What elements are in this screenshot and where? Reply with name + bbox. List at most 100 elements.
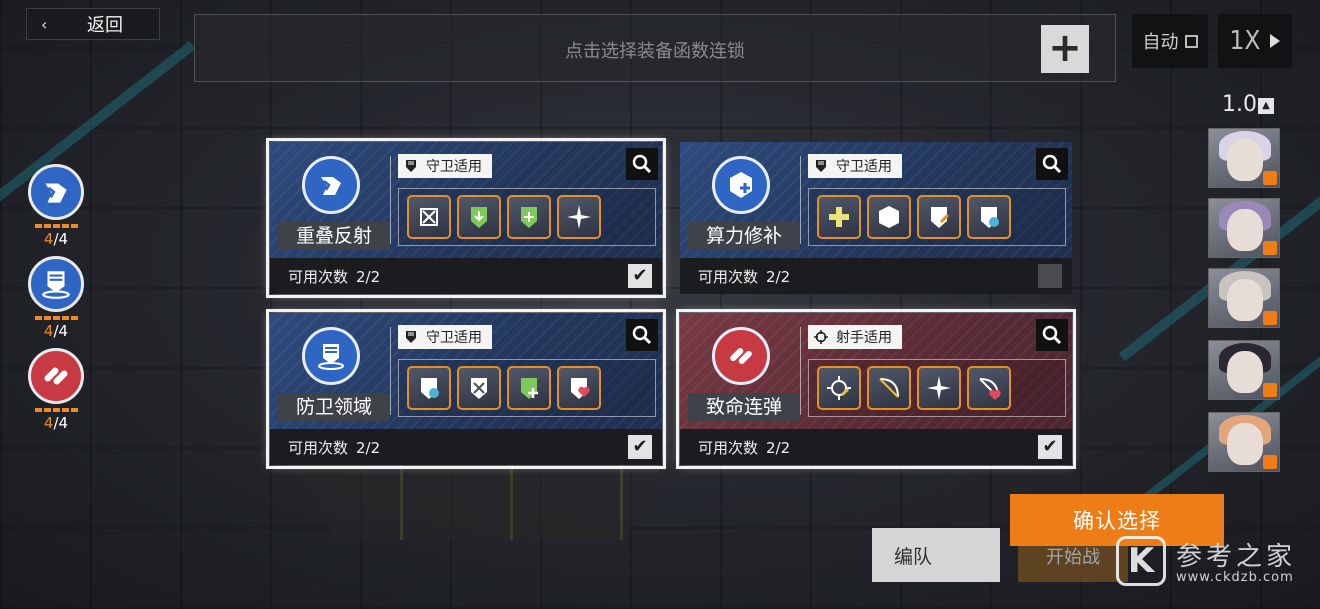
guard-icon [406,331,416,343]
shield-down-icon[interactable] [457,195,501,239]
watermark-logo: K [1116,536,1166,586]
divider [390,156,391,244]
bow-heart-icon[interactable] [967,366,1011,410]
class-tag-label: 射手适用 [836,330,892,346]
class-tag-label: 守卫适用 [426,330,482,346]
charge-pips [28,408,84,412]
class-tag-label: 守卫适用 [836,159,892,175]
shield-heart-icon[interactable] [557,366,601,410]
chain-slot-bar[interactable]: 点击选择装备函数连锁 + [194,14,1116,82]
shield-drop-icon[interactable] [407,366,451,410]
card-footer: 可用次数2/2 ✔ [680,258,1072,294]
back-label: 返回 [87,15,123,36]
charge-count: 4/4 [43,414,69,432]
chain-card-compute-repair[interactable]: 算力修补 守卫适用 可用次数2/2 ✔ [680,142,1072,294]
shield-plus-icon[interactable] [507,195,551,239]
cross-heal-icon[interactable] [817,195,861,239]
shield-reflect-icon [302,156,360,214]
chain-card-deadly-barrage[interactable]: 致命连弹 射手适用 可用次数 2/2 ✔ [676,309,1076,469]
card-body: 致命连弹 射手适用 [680,313,1072,429]
add-chain-button[interactable]: + [1041,25,1089,73]
select-checkbox[interactable]: ✔ [1038,435,1062,459]
shield-refresh-icon[interactable] [967,195,1011,239]
auto-label: 自动 [1142,32,1179,53]
class-tag: 射手适用 [808,325,902,349]
uses-text: 可用次数 2/2 [698,438,791,457]
unit-portrait[interactable] [1208,340,1280,400]
select-checkbox[interactable]: ✔ [628,264,652,288]
select-checkbox[interactable]: ✔ [628,435,652,459]
shield-reflect-icon [28,164,84,220]
bullets-icon [712,327,770,385]
divider [800,327,801,415]
divider [390,327,391,415]
divider [800,156,801,244]
chain-prompt: 点击选择装备函数连锁 [565,41,745,62]
charge-count: 4/4 [43,230,69,248]
crossed-square-icon[interactable] [407,195,451,239]
unit-portrait[interactable] [1208,198,1280,258]
search-icon[interactable] [626,148,658,180]
sniper-icon [814,330,828,344]
card-body: 重叠反射 守卫适用 [270,142,662,258]
spark-icon[interactable] [557,195,601,239]
hexagon-icon[interactable] [867,195,911,239]
uses-text: 可用次数 2/2 [288,438,381,457]
shield-domain-icon [28,256,84,312]
play-icon [1270,34,1281,48]
watermark-title: 参考之家 [1176,542,1297,572]
chain-name: 致命连弹 [688,393,800,421]
charge-pips [28,316,84,320]
crosshair-icon[interactable] [817,366,861,410]
chip-tray [808,188,1066,246]
chain-card-overlap-reflection[interactable]: 重叠反射 守卫适用 可用次数 2/2 ✔ [266,138,666,298]
unit-portrait[interactable] [1208,412,1280,472]
chain-name: 重叠反射 [278,222,390,250]
zoom-value: 1.0 [1222,92,1257,117]
watermark: K 参考之家 www.ckdzb.com [1116,536,1316,592]
card-body: 防卫领域 守卫适用 [270,313,662,429]
class-tag: 守卫适用 [398,154,492,178]
rail-chain-overlap-reflection[interactable]: 4/4 [28,164,84,248]
shield-cross-icon[interactable] [457,366,501,410]
auto-checkbox[interactable] [1184,34,1198,48]
chip-tray [808,359,1066,417]
search-icon[interactable] [1036,148,1068,180]
shield-edit-icon[interactable] [917,195,961,239]
unit-portrait[interactable] [1208,268,1280,328]
rail-chain-deadly-barrage[interactable]: 4/4 [28,348,84,432]
card-body: 算力修补 守卫适用 [680,142,1072,258]
bow-icon[interactable] [867,366,911,410]
chain-name: 防卫领域 [278,393,390,421]
chip-tray [398,188,656,246]
card-footer: 可用次数2/2 ✔ [270,429,662,465]
class-tag-label: 守卫适用 [426,159,482,175]
shield-heal-icon[interactable] [507,366,551,410]
rail-chain-defense-domain[interactable]: 4/4 [28,256,84,340]
chain-name: 算力修补 [688,222,800,250]
charge-pips [28,224,84,228]
class-tag: 守卫适用 [398,325,492,349]
guard-icon [816,160,826,172]
spark-icon[interactable] [917,366,961,410]
team-button[interactable]: 编队 [872,528,1000,582]
auto-toggle[interactable]: 自动 [1132,14,1208,68]
speed-button[interactable]: 1X [1218,14,1292,68]
chain-card-defense-domain[interactable]: 防卫领域 守卫适用 可用次数 2/2 ✔ [266,309,666,469]
uses-text: 可用次数 2/2 [698,267,791,286]
back-button[interactable]: ‹ 返回 [26,8,160,40]
charge-count: 4/4 [43,322,69,340]
chip-tray [398,359,656,417]
bullets-icon [28,348,84,404]
search-icon[interactable] [626,319,658,351]
unit-portrait[interactable] [1208,128,1280,188]
uses-text: 可用次数 2/2 [288,267,381,286]
search-icon[interactable] [1036,319,1068,351]
speed-label: 1X [1229,26,1261,56]
chevron-up-icon[interactable]: ▲ [1258,98,1274,114]
card-footer: 可用次数2/2 ✔ [680,429,1072,465]
guard-icon [406,160,416,172]
shield-domain-icon [302,327,360,385]
watermark-url: www.ckdzb.com [1176,570,1294,585]
select-checkbox[interactable]: ✔ [1038,264,1062,288]
